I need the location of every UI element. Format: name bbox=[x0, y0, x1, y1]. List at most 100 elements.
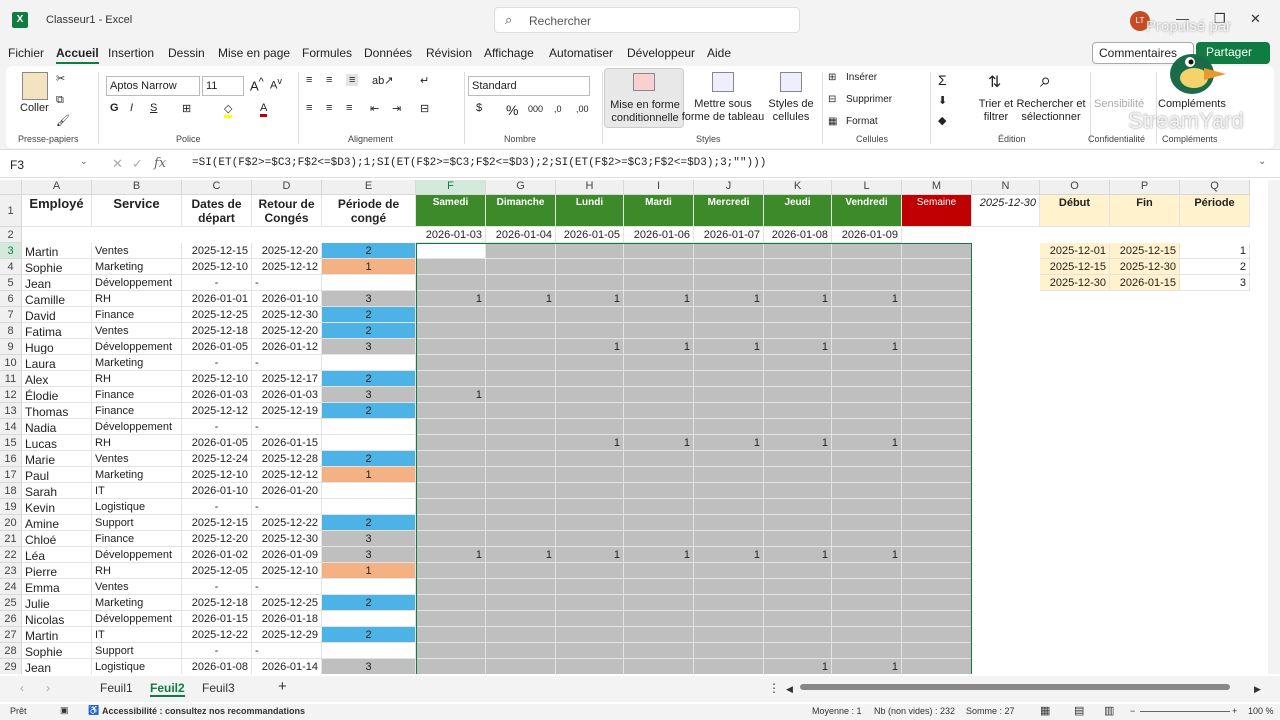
calendar-cell[interactable] bbox=[902, 323, 972, 339]
page-break-icon[interactable]: ▥ bbox=[1104, 704, 1114, 717]
calendar-cell[interactable] bbox=[694, 579, 764, 595]
calendar-cell[interactable] bbox=[624, 403, 694, 419]
calendar-cell[interactable] bbox=[764, 323, 832, 339]
menu-révision[interactable]: Révision bbox=[426, 46, 472, 60]
calendar-cell[interactable] bbox=[416, 611, 486, 627]
row-header[interactable]: 9 bbox=[0, 339, 22, 355]
align-right-icon[interactable]: ≡ bbox=[346, 102, 352, 114]
calendar-cell[interactable] bbox=[902, 259, 972, 275]
column-header-l[interactable]: L bbox=[832, 180, 902, 195]
return-date[interactable]: 2025-12-29 bbox=[252, 627, 322, 643]
calendar-cell[interactable] bbox=[624, 467, 694, 483]
column-header-a[interactable]: A bbox=[22, 180, 92, 195]
calendar-cell[interactable] bbox=[556, 307, 624, 323]
calendar-cell[interactable] bbox=[694, 387, 764, 403]
calendar-cell[interactable] bbox=[556, 371, 624, 387]
row-header[interactable]: 8 bbox=[0, 323, 22, 339]
row-header[interactable]: 2 bbox=[0, 227, 22, 243]
calendar-cell[interactable] bbox=[486, 435, 556, 451]
return-date[interactable]: 2026-01-12 bbox=[252, 339, 322, 355]
header-e[interactable]: Période de congé bbox=[322, 195, 416, 227]
calendar-cell[interactable] bbox=[486, 579, 556, 595]
leave-period[interactable]: 2 bbox=[322, 371, 416, 387]
calendar-cell[interactable] bbox=[416, 339, 486, 355]
calendar-cell[interactable] bbox=[624, 579, 694, 595]
row-header[interactable]: 24 bbox=[0, 579, 22, 595]
leave-period[interactable]: 3 bbox=[322, 387, 416, 403]
employee-name[interactable]: Hugo bbox=[22, 339, 92, 355]
calendar-cell[interactable] bbox=[486, 499, 556, 515]
employee-name[interactable]: Martin bbox=[22, 627, 92, 643]
calendar-cell[interactable] bbox=[416, 275, 486, 291]
calendar-cell[interactable] bbox=[416, 627, 486, 643]
return-date[interactable]: - bbox=[252, 499, 322, 515]
row-header[interactable]: 29 bbox=[0, 659, 22, 674]
calendar-cell[interactable] bbox=[694, 451, 764, 467]
zoom-slider[interactable] bbox=[1140, 711, 1230, 712]
column-header-m[interactable]: M bbox=[902, 180, 972, 195]
calendar-cell[interactable]: 1 bbox=[694, 339, 764, 355]
return-date[interactable]: 2025-12-19 bbox=[252, 403, 322, 419]
leave-period[interactable]: 3 bbox=[322, 659, 416, 674]
calendar-cell[interactable] bbox=[832, 563, 902, 579]
calendar-cell[interactable] bbox=[556, 595, 624, 611]
calendar-cell[interactable] bbox=[556, 419, 624, 435]
period-start[interactable]: 2025-12-15 bbox=[1040, 259, 1110, 275]
calendar-cell[interactable] bbox=[624, 531, 694, 547]
calendar-cell[interactable]: 1 bbox=[416, 547, 486, 563]
calendar-cell[interactable] bbox=[486, 339, 556, 355]
calendar-cell[interactable] bbox=[694, 371, 764, 387]
calendar-cell[interactable] bbox=[902, 419, 972, 435]
calendar-cell[interactable] bbox=[694, 659, 764, 674]
hscroll-left-icon[interactable]: ◀ bbox=[786, 684, 793, 695]
menu-accueil[interactable]: Accueil bbox=[56, 46, 99, 64]
calendar-cell[interactable] bbox=[694, 563, 764, 579]
leave-period[interactable] bbox=[322, 611, 416, 627]
return-date[interactable]: 2025-12-28 bbox=[252, 451, 322, 467]
calendar-cell[interactable] bbox=[416, 563, 486, 579]
employee-service[interactable]: Logistique bbox=[92, 499, 182, 515]
increase-decimal-icon[interactable]: ,0 bbox=[554, 104, 562, 114]
calendar-cell[interactable] bbox=[486, 419, 556, 435]
align-left-icon[interactable]: ≡ bbox=[306, 102, 312, 114]
fill-color-icon[interactable]: ◇ bbox=[224, 102, 233, 118]
period-number[interactable]: 1 bbox=[1180, 243, 1250, 259]
period-number[interactable]: 2 bbox=[1180, 259, 1250, 275]
calendar-cell[interactable] bbox=[902, 499, 972, 515]
employee-name[interactable]: Chloé bbox=[22, 531, 92, 547]
align-middle-icon[interactable]: ≡ bbox=[326, 74, 332, 86]
start-date[interactable]: 2026-01-15 bbox=[182, 611, 252, 627]
find-select-button[interactable]: Rechercher et sélectionner bbox=[1016, 98, 1086, 124]
calendar-cell[interactable] bbox=[902, 595, 972, 611]
calendar-cell[interactable] bbox=[624, 275, 694, 291]
calendar-cell[interactable] bbox=[416, 419, 486, 435]
row-header[interactable]: 1 bbox=[0, 195, 22, 227]
calendar-cell[interactable] bbox=[832, 611, 902, 627]
tab-scroll-right-icon[interactable]: › bbox=[46, 681, 50, 695]
calendar-cell[interactable] bbox=[694, 323, 764, 339]
employee-name[interactable]: Julie bbox=[22, 595, 92, 611]
column-header-b[interactable]: B bbox=[92, 180, 182, 195]
calendar-cell[interactable] bbox=[832, 515, 902, 531]
row-header[interactable]: 20 bbox=[0, 515, 22, 531]
start-date[interactable]: - bbox=[182, 579, 252, 595]
calendar-cell[interactable] bbox=[694, 259, 764, 275]
number-format-select[interactable]: Standard bbox=[468, 76, 590, 96]
day-header[interactable]: Mercredi bbox=[694, 195, 764, 227]
period-end[interactable]: 2025-12-30 bbox=[1110, 259, 1180, 275]
row-header[interactable]: 11 bbox=[0, 371, 22, 387]
calendar-cell[interactable] bbox=[764, 515, 832, 531]
leave-period[interactable]: 2 bbox=[322, 595, 416, 611]
return-date[interactable]: 2025-12-30 bbox=[252, 307, 322, 323]
start-date[interactable]: 2025-12-05 bbox=[182, 563, 252, 579]
start-date[interactable]: 2025-12-25 bbox=[182, 307, 252, 323]
start-date[interactable]: 2026-01-05 bbox=[182, 435, 252, 451]
calendar-cell[interactable] bbox=[764, 355, 832, 371]
return-date[interactable]: 2025-12-30 bbox=[252, 531, 322, 547]
calendar-cell[interactable] bbox=[486, 643, 556, 659]
calendar-cell[interactable] bbox=[416, 323, 486, 339]
start-date[interactable]: 2025-12-22 bbox=[182, 627, 252, 643]
calendar-cell[interactable] bbox=[416, 435, 486, 451]
align-center-icon[interactable]: ≡ bbox=[326, 102, 332, 114]
calendar-cell[interactable] bbox=[764, 451, 832, 467]
